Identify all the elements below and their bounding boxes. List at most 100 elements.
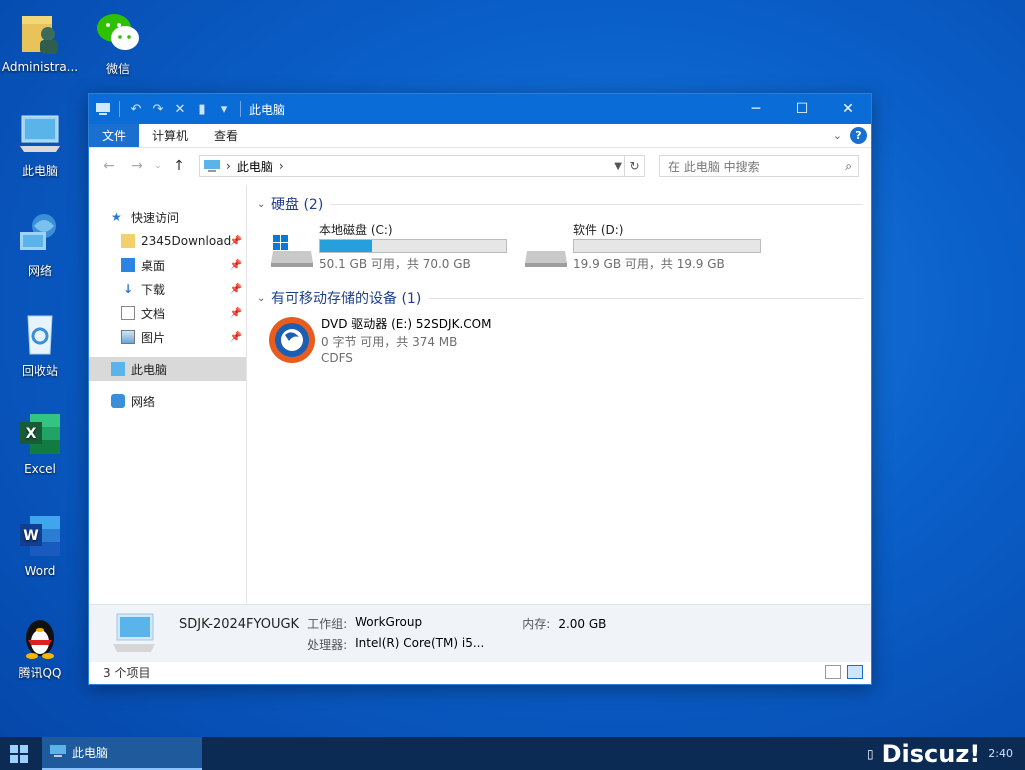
drive-d[interactable]: 软件 (D:) 19.9 GB 可用，共 19.9 GB — [521, 221, 761, 281]
desktop-icon-label: 回收站 — [21, 364, 58, 378]
desktop-icon-network[interactable]: 网络 — [0, 210, 80, 279]
network-icon — [111, 394, 125, 408]
star-icon: ★ — [111, 210, 122, 224]
main-pane: ⌄ 硬盘 (2) 本地磁盘 (C:) 50.1 GB 可用，共 70.0 GB — [247, 185, 871, 605]
breadcrumb-separator: › — [226, 159, 231, 173]
excel-icon: X — [16, 410, 64, 458]
close-button[interactable]: ✕ — [825, 94, 871, 124]
group-header-hard-disks[interactable]: ⌄ 硬盘 (2) — [257, 193, 863, 215]
search-placeholder: 在 此电脑 中搜索 — [668, 159, 760, 174]
network-icon — [16, 210, 64, 258]
start-button[interactable] — [0, 737, 38, 770]
minimize-button[interactable]: ─ — [733, 94, 779, 124]
drive-dvd[interactable]: DVD 驱动器 (E:) 52SDJK.COM 0 字节 可用，共 374 MB… — [267, 315, 863, 369]
drive-name: 软件 (D:) — [573, 223, 624, 237]
customize-dropdown-icon[interactable]: ▾ — [216, 101, 232, 117]
pin-icon: 📌 — [229, 307, 242, 319]
desktop-icon-recycle-bin[interactable]: 回收站 — [0, 310, 80, 379]
download-arrow-icon: ↓ — [122, 282, 134, 296]
svg-text:W: W — [23, 528, 38, 544]
quick-access-toolbar: ↶ ↷ ✕ ▮ ▾ — [95, 101, 243, 117]
group-header-removable[interactable]: ⌄ 有可移动存储的设备 (1) — [257, 287, 863, 309]
up-arrow-icon[interactable]: ↑ — [167, 158, 191, 174]
desktop-icon-word[interactable]: W Word — [0, 512, 80, 578]
drive-usage-bar — [573, 239, 761, 253]
tab-file[interactable]: 文件 — [89, 124, 140, 147]
desktop-icon-excel[interactable]: X Excel — [0, 410, 80, 476]
nav-this-pc[interactable]: 此电脑 — [89, 357, 246, 381]
computer-icon — [16, 110, 64, 158]
desktop-icon-label: 腾讯QQ — [18, 666, 62, 680]
system-tray: ▯ Discuz! 2:40 — [867, 740, 1013, 768]
pc-name: SDJK-2024FYOUGK — [179, 616, 300, 632]
tab-computer[interactable]: 计算机 — [139, 124, 201, 147]
refresh-icon[interactable]: ↻ — [624, 156, 644, 176]
computer-icon — [111, 362, 125, 376]
drive-c[interactable]: 本地磁盘 (C:) 50.1 GB 可用，共 70.0 GB — [267, 221, 507, 281]
desktop-icon-label: 此电脑 — [21, 164, 58, 178]
drive-filesystem: CDFS — [321, 351, 353, 365]
usb-icon[interactable]: ▯ — [867, 747, 874, 761]
drive-name: DVD 驱动器 (E:) 52SDJK.COM — [321, 317, 492, 331]
back-arrow-icon[interactable]: ← — [97, 158, 121, 174]
picture-icon — [121, 330, 135, 344]
nav-item-pictures[interactable]: 图片 📌 — [89, 325, 246, 349]
desktop-icon-label: Excel — [24, 462, 56, 476]
address-dropdown-icon[interactable]: ▼ — [614, 161, 622, 172]
taskbar: 此电脑 ▯ Discuz! 2:40 — [0, 737, 1025, 770]
item-count: 3 个项目 — [103, 665, 151, 680]
wechat-icon — [94, 8, 142, 56]
maximize-button[interactable]: ☐ — [779, 94, 825, 124]
undo-icon[interactable]: ↶ — [128, 101, 144, 117]
nav-item-downloads[interactable]: ↓ 下载 📌 — [89, 277, 246, 301]
desktop-icon-this-pc[interactable]: 此电脑 — [0, 110, 80, 179]
title-bar: ↶ ↷ ✕ ▮ ▾ 此电脑 ─ ☐ ✕ — [89, 94, 871, 124]
content-area: ★ 快速访问 2345Download 📌 桌面 📌 ↓ 下载 📌 文档 📌 图… — [89, 185, 871, 605]
nav-item-2345download[interactable]: 2345Download 📌 — [89, 229, 246, 253]
nav-item-desktop[interactable]: 桌面 📌 — [89, 253, 246, 277]
address-bar[interactable]: › 此电脑 › ▼ ↻ — [199, 155, 645, 177]
drive-usage-text: 50.1 GB 可用，共 70.0 GB — [319, 257, 471, 271]
nav-network[interactable]: 网络 — [89, 389, 246, 413]
forward-arrow-icon[interactable]: → — [125, 158, 149, 174]
windows-drive-icon — [267, 221, 317, 271]
file-explorer-window: ↶ ↷ ✕ ▮ ▾ 此电脑 ─ ☐ ✕ 文件 计算机 查看 ⌄ ? ← → ⌄ … — [88, 93, 872, 685]
clock[interactable]: 2:40 — [988, 747, 1013, 760]
folder-icon — [121, 234, 135, 248]
help-icon[interactable]: ? — [850, 127, 867, 144]
windows-logo-icon — [10, 744, 28, 763]
computer-icon — [50, 744, 66, 761]
search-icon: ⌕ — [845, 158, 852, 173]
pin-icon: 📌 — [229, 259, 242, 271]
desktop-icon-qq[interactable]: 腾讯QQ — [0, 612, 80, 681]
breadcrumb-separator[interactable]: › — [279, 159, 284, 173]
svg-text:X: X — [26, 426, 37, 442]
desktop-icon-label: Administra... — [1, 60, 79, 74]
computer-icon — [109, 612, 159, 656]
word-icon: W — [16, 512, 64, 560]
delete-icon[interactable]: ✕ — [172, 101, 188, 117]
breadcrumb-this-pc[interactable]: 此电脑 — [237, 158, 273, 175]
chevron-down-icon: ⌄ — [257, 292, 266, 304]
details-pane: SDJK-2024FYOUGK 工作组: WorkGroup 内存: 2.00 … — [89, 604, 871, 662]
qq-penguin-icon — [16, 612, 64, 660]
large-icons-view-icon[interactable] — [847, 665, 863, 679]
chevron-down-icon: ⌄ — [257, 198, 266, 210]
tab-view[interactable]: 查看 — [201, 124, 251, 147]
desktop-icon-wechat[interactable]: 微信 — [78, 8, 158, 77]
taskbar-app-this-pc[interactable]: 此电脑 — [42, 737, 202, 770]
properties-icon[interactable]: ▮ — [194, 101, 210, 117]
redo-icon[interactable]: ↷ — [150, 101, 166, 117]
details-view-icon[interactable] — [825, 665, 841, 679]
nav-item-documents[interactable]: 文档 📌 — [89, 301, 246, 325]
recent-dropdown-icon[interactable]: ⌄ — [153, 161, 163, 171]
pin-icon: 📌 — [229, 235, 242, 247]
drive-icon — [521, 221, 571, 271]
nav-quick-access[interactable]: ★ 快速访问 — [89, 205, 246, 229]
search-input[interactable]: 在 此电脑 中搜索 ⌕ — [659, 155, 859, 177]
ribbon-expand-chevron-icon[interactable]: ⌄ — [833, 129, 842, 142]
workgroup-label: 工作组: — [307, 616, 348, 631]
memory-label: 内存: — [522, 616, 551, 631]
desktop-icon-administrator[interactable]: Administra... — [0, 8, 80, 74]
discuz-watermark: Discuz! — [881, 739, 981, 768]
